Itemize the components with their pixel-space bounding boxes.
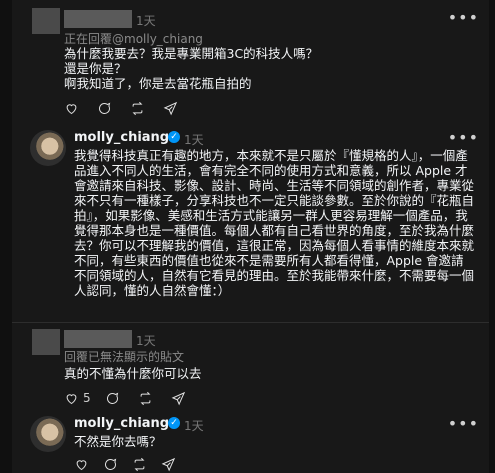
- reply-to-label[interactable]: 回覆已無法顯示的貼文: [64, 348, 184, 365]
- username[interactable]: molly_chiang: [74, 130, 169, 145]
- post-time: 1天: [136, 334, 156, 348]
- comment-icon: [99, 102, 111, 114]
- repost-button[interactable]: [138, 391, 157, 406]
- avatar[interactable]: [30, 130, 66, 166]
- reply-button[interactable]: [105, 391, 124, 406]
- username[interactable]: molly_chiang: [74, 416, 169, 431]
- more-icon[interactable]: •••: [448, 128, 479, 147]
- comment-icon: [105, 458, 117, 470]
- post-actions: [74, 455, 176, 473]
- repost-icon: [140, 391, 151, 405]
- reply-post[interactable]: 1天 回覆已無法顯示的貼文 真的不懂為什麼你可以去 5: [12, 327, 489, 409]
- author-reply-post[interactable]: molly_chiang ✓ 1天 ••• 不然是你去嗎？: [12, 410, 489, 473]
- reply-button[interactable]: [97, 101, 116, 116]
- verified-badge-icon: ✓: [168, 417, 180, 429]
- share-button[interactable]: [161, 457, 176, 472]
- username-blurred[interactable]: [64, 10, 132, 28]
- share-button[interactable]: [171, 391, 190, 406]
- verified-badge-icon: ✓: [168, 131, 180, 143]
- avatar[interactable]: [32, 8, 60, 34]
- repost-icon: [134, 457, 145, 471]
- avatar[interactable]: [30, 416, 66, 452]
- post-text: 為什麼我要去？我是專業開箱3C的科技人嗎？ 還是你是？ 啊我知道了，你是去當花瓶…: [64, 46, 319, 91]
- like-button[interactable]: [64, 101, 83, 116]
- divider: [12, 322, 489, 323]
- username-blurred[interactable]: [64, 330, 132, 348]
- repost-icon: [132, 101, 143, 115]
- like-button[interactable]: [74, 457, 89, 472]
- like-count: 5: [83, 391, 91, 405]
- share-button[interactable]: [163, 101, 182, 116]
- post-text: 真的不懂為什麼你可以去: [64, 366, 202, 381]
- heart-icon: [66, 103, 77, 114]
- send-icon: [163, 101, 178, 115]
- post-time: 1天: [184, 419, 204, 433]
- heart-icon: [66, 393, 77, 404]
- post-text: 不然是你去嗎？: [74, 434, 162, 449]
- more-icon[interactable]: •••: [448, 8, 479, 27]
- repost-button[interactable]: [130, 101, 149, 116]
- more-icon[interactable]: •••: [448, 414, 479, 433]
- thread-view: 1天 ••• 正在回覆@molly_chiang 為什麼我要去？我是專業開箱3C…: [12, 0, 489, 473]
- avatar[interactable]: [32, 329, 60, 355]
- send-icon: [171, 391, 185, 405]
- author-reply-post[interactable]: molly_chiang ✓ 1天 ••• 我覺得科技真正有趣的地方，本來就不是…: [12, 122, 489, 322]
- post-time: 1天: [136, 14, 156, 28]
- post-actions: 5: [64, 389, 190, 407]
- send-icon: [161, 457, 176, 471]
- post-actions: [64, 99, 182, 117]
- reply-post[interactable]: 1天 ••• 正在回覆@molly_chiang 為什麼我要去？我是專業開箱3C…: [12, 0, 489, 118]
- like-button[interactable]: 5: [64, 391, 91, 406]
- reply-button[interactable]: [103, 457, 118, 472]
- heart-icon: [76, 459, 87, 470]
- comment-icon: [106, 392, 118, 404]
- post-time: 1天: [184, 133, 204, 147]
- post-text: 我覺得科技真正有趣的地方，本來就不是只屬於『懂規格的人』，一個產品進入不同人的生…: [74, 148, 475, 298]
- repost-button[interactable]: [132, 457, 147, 472]
- reply-to-label[interactable]: 正在回覆@molly_chiang: [64, 30, 203, 47]
